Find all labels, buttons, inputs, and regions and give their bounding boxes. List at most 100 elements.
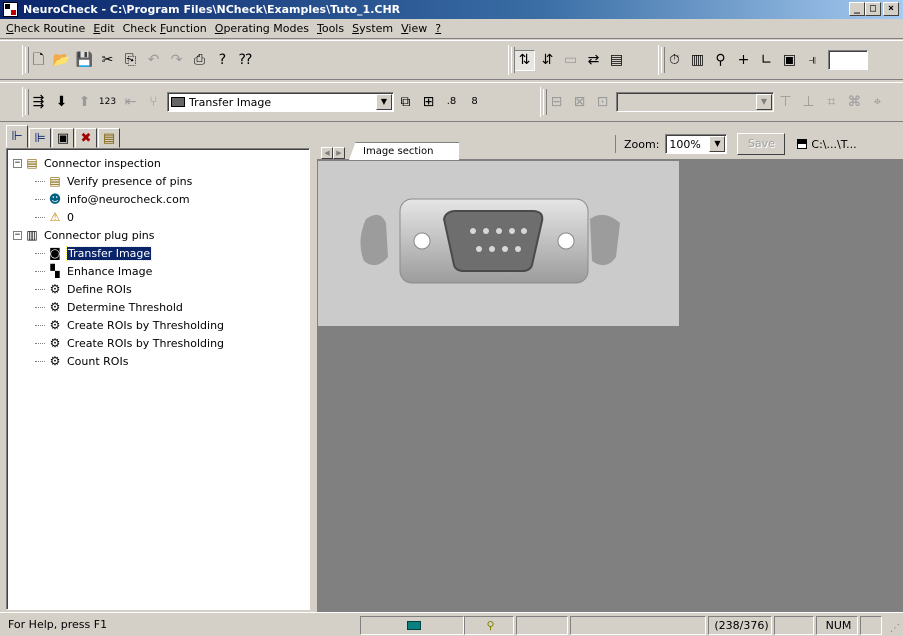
- tree-item[interactable]: ◙ Transfer Image: [13, 244, 309, 262]
- tree-expander-icon[interactable]: −: [13, 158, 22, 168]
- menu-item[interactable]: Tools: [313, 22, 348, 35]
- cut-icon[interactable]: ✂: [97, 50, 118, 71]
- device-icon[interactable]: ▤: [606, 50, 627, 71]
- tree-item[interactable]: ⚙ Create ROIs by Thresholding: [13, 316, 309, 334]
- function-combo[interactable]: Transfer Image ▼: [167, 92, 394, 112]
- image-path[interactable]: C:\...\T...: [797, 137, 857, 151]
- tree-item[interactable]: ⚙ Determine Threshold: [13, 298, 309, 316]
- tab-function-list-icon[interactable]: ⊫: [29, 128, 51, 148]
- comment-icon[interactable]: ▣: [779, 50, 800, 71]
- menu-item[interactable]: View: [397, 22, 431, 35]
- menu-item[interactable]: Edit: [89, 22, 118, 35]
- tab-results-icon[interactable]: ▤: [98, 128, 120, 148]
- tab-image-section[interactable]: Image section: [349, 142, 459, 160]
- tree-item[interactable]: ▤ Verify presence of pins: [13, 172, 309, 190]
- checklist-icon: ▤: [26, 156, 38, 170]
- open-folder-icon[interactable]: 📂: [51, 50, 72, 71]
- tree-expander-icon[interactable]: −: [13, 230, 22, 240]
- new-file-icon[interactable]: 🗋: [28, 50, 49, 71]
- undo-icon[interactable]: ↶: [143, 50, 164, 71]
- copy-icon[interactable]: ⎘: [120, 50, 141, 71]
- align-icon[interactable]: ⊞: [418, 92, 439, 113]
- image-view-icon[interactable]: ▭: [560, 50, 581, 71]
- roi-a-icon[interactable]: ⊤: [775, 92, 796, 113]
- chevron-down-icon[interactable]: ▼: [709, 136, 726, 152]
- tree-item[interactable]: − ▤ Connector inspection: [13, 154, 309, 172]
- crosshair-icon[interactable]: +: [733, 50, 754, 71]
- image-panel-header: ◀ ▶ Image section Zoom: 100% ▼ Save C:\.…: [317, 126, 903, 160]
- menu-item[interactable]: Check Function: [119, 22, 211, 35]
- chevron-down-icon[interactable]: ▼: [756, 94, 772, 110]
- zoom-select[interactable]: 100% ▼: [665, 134, 728, 154]
- tab-tree-view-icon[interactable]: ⊩: [6, 125, 28, 148]
- insert-function-icon[interactable]: ⇶: [28, 92, 49, 113]
- number-icon[interactable]: 123: [97, 92, 118, 113]
- tree-item[interactable]: − ▥ Connector plug pins: [13, 226, 309, 244]
- tree-item-label: Count ROIs: [67, 354, 129, 368]
- data-flow-icon[interactable]: ⇵: [537, 50, 558, 71]
- roi-c-icon[interactable]: ⌗: [821, 92, 842, 113]
- menu-item[interactable]: Check Routine: [2, 22, 89, 35]
- branch-icon[interactable]: ⑂: [143, 92, 164, 113]
- image-display[interactable]: [318, 161, 679, 326]
- roi-paste-icon[interactable]: ⊠: [569, 92, 590, 113]
- save-button[interactable]: Save: [737, 133, 786, 155]
- roi-combo[interactable]: ▼: [616, 92, 774, 112]
- roi-d-icon[interactable]: ⌘: [844, 92, 865, 113]
- roi-copy-icon[interactable]: ⊟: [546, 92, 567, 113]
- timer-icon[interactable]: ⏱: [664, 50, 685, 71]
- angle-icon[interactable]: ∟: [756, 50, 777, 71]
- indent-icon[interactable]: ⇤: [120, 92, 141, 113]
- file-toolbar-group: 🗋 📂 💾 ✂ ⎘ ↶ ↷ ⎙ ? ⁇: [22, 45, 305, 75]
- tree-item[interactable]: ⚙ Create ROIs by Thresholding: [13, 334, 309, 352]
- menu-item[interactable]: Operating Modes: [211, 22, 313, 35]
- network-icon[interactable]: ⚲: [710, 50, 731, 71]
- help-icon[interactable]: ?: [212, 50, 233, 71]
- zoom-label: Zoom:: [624, 137, 660, 151]
- roi-b-icon[interactable]: ⊥: [798, 92, 819, 113]
- scroll-right-icon[interactable]: ▶: [333, 147, 345, 159]
- tree-item[interactable]: ☻ info@neurocheck.com: [13, 190, 309, 208]
- roi-layout-icon[interactable]: ⊡: [592, 92, 613, 113]
- tree-item-label: info@neurocheck.com: [67, 192, 190, 206]
- tree-item-label: Create ROIs by Thresholding: [67, 318, 225, 332]
- context-help-icon[interactable]: ⁇: [235, 50, 256, 71]
- minimize-button[interactable]: _: [849, 2, 865, 16]
- camera-icon: [171, 97, 185, 107]
- parameter-icon[interactable]: ⫣: [802, 50, 823, 71]
- resize-grip-icon[interactable]: ⋰: [890, 623, 900, 634]
- io-icon[interactable]: ⇄: [583, 50, 604, 71]
- roi-e-icon[interactable]: ⌖: [867, 92, 888, 113]
- app-icon[interactable]: [3, 2, 18, 17]
- tab-tools-icon[interactable]: ✖: [75, 128, 97, 148]
- tree-item[interactable]: ⚠ 0: [13, 208, 309, 226]
- image-path-label: C:\...\T...: [811, 137, 857, 151]
- save-disk-icon[interactable]: 💾: [74, 50, 95, 71]
- digit-icon[interactable]: .8: [441, 92, 462, 113]
- plug-icon: ⚲: [486, 619, 495, 632]
- close-button[interactable]: ×: [883, 2, 899, 16]
- tree-item-label: Connector inspection: [44, 156, 161, 170]
- roi-icon: ⚙: [49, 354, 61, 368]
- scroll-left-icon[interactable]: ◀: [321, 147, 333, 159]
- tree-connector-line: [35, 288, 45, 290]
- tree-item[interactable]: ⚙ Count ROIs: [13, 352, 309, 370]
- tree-item[interactable]: ▚ Enhance Image: [13, 262, 309, 280]
- menu-item[interactable]: System: [348, 22, 397, 35]
- menu-item[interactable]: ?: [431, 22, 445, 35]
- move-up-icon[interactable]: ⬆: [74, 92, 95, 113]
- check-tree-mode-icon[interactable]: ⇅: [514, 49, 535, 71]
- tree-item-label: Enhance Image: [67, 264, 153, 278]
- parameter-dialog-icon[interactable]: ⧉: [395, 92, 416, 113]
- digit-box-icon[interactable]: 8: [464, 92, 485, 113]
- operate-combo[interactable]: [828, 50, 868, 70]
- tree-item[interactable]: ⚙ Define ROIs: [13, 280, 309, 298]
- redo-icon[interactable]: ↷: [166, 50, 187, 71]
- maximize-button[interactable]: □: [865, 2, 881, 16]
- move-down-icon[interactable]: ⬇: [51, 92, 72, 113]
- chevron-down-icon[interactable]: ▼: [376, 94, 392, 110]
- print-icon[interactable]: ⎙: [189, 50, 210, 71]
- tab-image-view-icon[interactable]: ▣: [52, 128, 74, 148]
- check-tree[interactable]: − ▤ Connector inspection ▤ Verify presence o…: [6, 148, 310, 610]
- table-icon[interactable]: ▥: [687, 50, 708, 71]
